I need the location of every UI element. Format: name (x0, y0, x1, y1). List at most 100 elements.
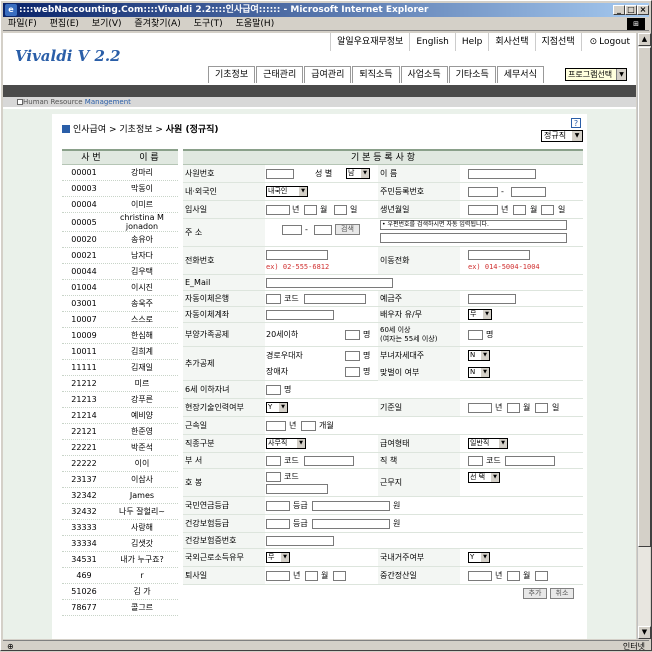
rrn-front-input[interactable] (468, 187, 498, 197)
tab-basic-info[interactable]: 기초정보 (208, 66, 256, 83)
help-icon[interactable]: ? (571, 118, 581, 128)
search-button[interactable]: 검색 (335, 224, 360, 235)
resign-year-input[interactable] (266, 571, 290, 581)
employee-list-row[interactable]: 01004 이시진 (62, 280, 178, 296)
add-button[interactable]: 추가 (523, 588, 547, 599)
tab-other-income[interactable]: 기타소득 (448, 66, 496, 83)
rrn-back-input[interactable] (511, 187, 546, 197)
mobile-input[interactable] (468, 250, 530, 260)
disabled-input[interactable] (345, 367, 360, 377)
birth-year-input[interactable] (468, 205, 498, 215)
dual-income-select[interactable]: N ▼ (468, 367, 490, 378)
spouse-select[interactable]: 무 ▼ (468, 309, 492, 320)
tab-retirement[interactable]: 퇴직소득 (352, 66, 400, 83)
mid-month-input[interactable] (507, 571, 520, 581)
dept-name-input[interactable] (304, 456, 354, 466)
workplace-select[interactable]: 선 택 ▼ (468, 472, 500, 483)
employee-list-row[interactable]: 03001 송욱주 (62, 296, 178, 312)
employee-list-row[interactable]: 469 r (62, 568, 178, 584)
nationality-select[interactable]: 내국인 ▼ (266, 186, 308, 197)
foreign-income-select[interactable]: 무 ▼ (266, 552, 290, 563)
vertical-scrollbar[interactable]: ▲ ▼ (637, 33, 651, 639)
mid-day-input[interactable] (535, 571, 548, 581)
scroll-down-icon[interactable]: ▼ (638, 626, 651, 639)
tab-tax-forms[interactable]: 세무서식 (496, 66, 544, 83)
employee-list-row[interactable]: 21214 예비양 (62, 408, 178, 424)
employee-list-row[interactable]: 22222 이이 (62, 456, 178, 472)
employee-list-row[interactable]: 23137 이삼사 (62, 472, 178, 488)
employee-list-row[interactable]: 10011 김희계 (62, 344, 178, 360)
employee-list-row[interactable]: 00003 막동이 (62, 181, 178, 197)
depositor-input[interactable] (468, 294, 516, 304)
employee-list-row[interactable]: 33334 김샛갓 (62, 536, 178, 552)
employee-list-row[interactable]: 21212 미르 (62, 376, 178, 392)
employee-list-row[interactable]: 22221 박준석 (62, 440, 178, 456)
employee-list-row[interactable]: 00004 이미르 (62, 197, 178, 213)
email-input[interactable] (266, 278, 393, 288)
female-head-select[interactable]: N ▼ (468, 350, 490, 361)
account-input[interactable] (266, 310, 334, 320)
rank-name-input[interactable] (266, 484, 328, 494)
tech-select[interactable]: Y ▼ (266, 402, 288, 413)
top-nav-english[interactable]: English (409, 33, 455, 51)
maximize-button[interactable]: □ (625, 5, 637, 15)
pension-amount-input[interactable] (312, 501, 390, 511)
employee-list-row[interactable]: 11111 김재일 (62, 360, 178, 376)
employee-list-row[interactable]: 34531 내가 누구죠? (62, 552, 178, 568)
birth-day-input[interactable] (541, 205, 554, 215)
menu-tools[interactable]: 도구(T) (189, 17, 228, 31)
base-year-input[interactable] (468, 403, 492, 413)
base-month-input[interactable] (507, 403, 520, 413)
dept-code-input[interactable] (266, 456, 281, 466)
menu-edit[interactable]: 편집(E) (45, 17, 84, 31)
position-name-input[interactable] (505, 456, 555, 466)
employee-list-row[interactable]: 10009 한심해 (62, 328, 178, 344)
hire-day-input[interactable] (334, 205, 347, 215)
pay-type-select[interactable]: 일반직 ▼ (468, 438, 508, 449)
bank-code-input[interactable] (266, 294, 281, 304)
menu-favorites[interactable]: 즐겨찾기(A) (129, 17, 185, 31)
gender-select[interactable]: 남 ▼ (346, 168, 370, 179)
logout-button[interactable]: ⊙ Logout (580, 33, 636, 51)
employee-list-row[interactable]: 21213 강푸른 (62, 392, 178, 408)
tab-payroll[interactable]: 급여관리 (304, 66, 352, 83)
health-amount-input[interactable] (312, 519, 390, 529)
pension-grade-input[interactable] (266, 501, 290, 511)
birth-month-input[interactable] (513, 205, 526, 215)
menu-view[interactable]: 보기(V) (87, 17, 127, 31)
resign-month-input[interactable] (305, 571, 318, 581)
scroll-up-icon[interactable]: ▲ (638, 33, 651, 46)
resign-day-input[interactable] (333, 571, 346, 581)
zip-front-input[interactable] (282, 225, 302, 235)
employee-list-row[interactable]: 32342 James (62, 488, 178, 504)
tab-business-income[interactable]: 사업소득 (400, 66, 448, 83)
position-code-input[interactable] (468, 456, 483, 466)
rank-code-input[interactable] (266, 472, 281, 482)
health-grade-input[interactable] (266, 519, 290, 529)
phone-input[interactable] (266, 250, 328, 260)
over60-input[interactable] (468, 330, 483, 340)
cancel-button[interactable]: 취소 (550, 588, 574, 599)
tab-attendance[interactable]: 근태관리 (256, 66, 304, 83)
base-day-input[interactable] (535, 403, 548, 413)
top-nav-branch[interactable]: 지점선택 (534, 33, 581, 51)
address-detail-input[interactable] (380, 233, 567, 243)
service-month-input[interactable] (301, 421, 316, 431)
employee-list-row[interactable]: 22121 한준영 (62, 424, 178, 440)
hire-month-input[interactable] (304, 205, 317, 215)
scroll-thumb[interactable] (638, 47, 651, 547)
top-nav-finance[interactable]: 알일우요재무정보 (330, 33, 409, 51)
emp-no-input[interactable] (266, 169, 294, 179)
bank-name-input[interactable] (304, 294, 366, 304)
employee-list-row[interactable]: 10007 스스로 (62, 312, 178, 328)
close-button[interactable]: × (637, 5, 649, 15)
name-input[interactable] (468, 169, 536, 179)
minimize-button[interactable]: _ (613, 5, 625, 15)
top-nav-company[interactable]: 회사선택 (488, 33, 534, 51)
mid-year-input[interactable] (468, 571, 492, 581)
job-class-select[interactable]: 사무직 ▼ (266, 438, 306, 449)
under20-input[interactable] (345, 330, 360, 340)
service-year-input[interactable] (266, 421, 286, 431)
employee-list-row[interactable]: 78677 콜그르 (62, 600, 178, 616)
employee-list-row[interactable]: 32432 나두 잘헐리~ (62, 504, 178, 520)
